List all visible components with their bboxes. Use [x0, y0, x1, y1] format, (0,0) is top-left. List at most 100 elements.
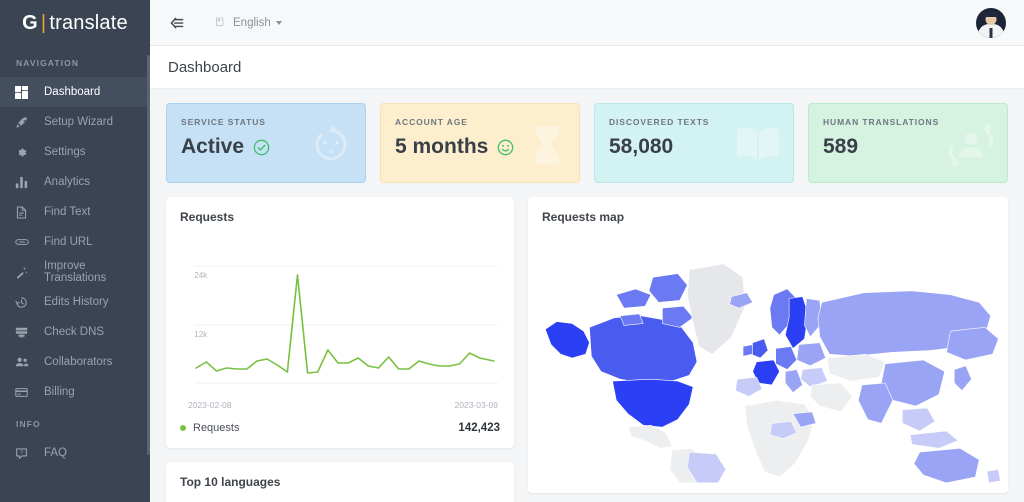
- top-languages-title: Top 10 languages: [180, 475, 281, 489]
- page-title: Dashboard: [168, 58, 242, 76]
- language-selector[interactable]: English: [215, 17, 282, 29]
- svg-text:?: ?: [20, 450, 23, 456]
- avatar-tie: [989, 27, 993, 38]
- sidebar-item-label: Find Text: [44, 206, 91, 218]
- hourglass-icon: [525, 121, 569, 174]
- sidebar-section-info: INFO: [16, 419, 41, 429]
- requests-map-title: Requests map: [542, 210, 625, 224]
- map-region-greenland: [687, 263, 746, 355]
- stat-cards: SERVICE STATUS Active ACCOUNT AGE 5 mont…: [166, 103, 1008, 183]
- sidebar-item-edits-history[interactable]: Edits History: [0, 287, 150, 317]
- map-region-japan: [953, 365, 972, 392]
- stat-card-account-age[interactable]: ACCOUNT AGE 5 months: [380, 103, 580, 183]
- map-region-middle-east: [809, 382, 853, 413]
- requests-panel: Requests 24k 12k 2023-02-08 2023-03-09 R…: [166, 197, 514, 448]
- sidebar-item-label: Collaborators: [44, 356, 113, 368]
- sidebar-item-collaborators[interactable]: Collaborators: [0, 347, 150, 377]
- world-choropleth-map[interactable]: [528, 230, 1008, 488]
- map-region-canada-arctic-2: [648, 273, 688, 303]
- stat-card-service-status[interactable]: SERVICE STATUS Active: [166, 103, 366, 183]
- sidebar-item-label: Billing: [44, 386, 75, 398]
- sidebar-section-navigation: NAVIGATION: [16, 58, 80, 68]
- magic-wand-icon: [15, 264, 34, 280]
- brand-g: G: [22, 11, 38, 34]
- requests-panel-title: Requests: [180, 210, 235, 224]
- requests-line: [195, 274, 495, 374]
- sidebar-item-label: Check DNS: [44, 326, 105, 338]
- brand-translate: translate: [49, 11, 128, 34]
- main-area: English Dashboard SERVICE STATUS Active: [150, 0, 1024, 502]
- stat-card-human-translations[interactable]: HUMAN TRANSLATIONS 589: [808, 103, 1008, 183]
- sidebar-item-label: Settings: [44, 146, 86, 158]
- content-area: SERVICE STATUS Active ACCOUNT AGE 5 mont…: [150, 89, 1024, 502]
- legend-total-value: 142,423: [458, 422, 500, 434]
- requests-map-panel: Requests map: [528, 197, 1008, 493]
- sidebar-item-label: Find URL: [44, 236, 93, 248]
- flag-icon: [215, 17, 226, 28]
- sidebar-item-faq[interactable]: ? FAQ: [0, 438, 150, 468]
- map-region-italy: [784, 369, 803, 394]
- requests-legend: Requests 142,423: [166, 410, 514, 448]
- map-region-ireland: [742, 344, 753, 357]
- map-region-russia-east: [946, 327, 999, 361]
- sidebar-item-label: Improve Translations: [44, 260, 107, 284]
- collapse-sidebar-icon[interactable]: [168, 16, 185, 30]
- sidebar-item-check-dns[interactable]: Check DNS: [0, 317, 150, 347]
- map-region-poland-east: [796, 342, 826, 367]
- sidebar-item-setup-wizard[interactable]: Setup Wizard: [0, 107, 150, 137]
- sidebar-item-settings[interactable]: Settings: [0, 137, 150, 167]
- requests-chart[interactable]: 24k 12k 2023-02-08 2023-03-09: [166, 230, 514, 410]
- stat-card-discovered-texts[interactable]: DISCOVERED TEXTS 58,080: [594, 103, 794, 183]
- grid-icon: [15, 84, 34, 100]
- page-header: Dashboard: [150, 46, 1024, 89]
- right-column: Requests map: [528, 197, 1008, 502]
- map-region-united-kingdom: [750, 338, 769, 359]
- sidebar-item-label: Setup Wizard: [44, 116, 114, 128]
- stat-card-value: 58,080: [609, 135, 674, 158]
- bar-chart-icon: [15, 174, 34, 190]
- map-region-central-asia: [827, 353, 886, 382]
- map-region-southeast-asia: [902, 407, 936, 432]
- map-region-united-states: [612, 378, 694, 428]
- user-avatar[interactable]: [976, 7, 1006, 38]
- open-book-icon: [733, 123, 783, 170]
- dashboard-panels: Requests 24k 12k 2023-02-08 2023-03-09 R…: [166, 197, 1008, 502]
- app-root: G | translate NAVIGATION Dashboard Setup…: [0, 0, 1024, 502]
- sidebar-item-find-url[interactable]: Find URL: [0, 227, 150, 257]
- sidebar-item-improve-translations[interactable]: Improve Translations: [0, 257, 150, 287]
- language-label: English: [233, 16, 271, 29]
- sidebar-item-label: Analytics: [44, 176, 91, 188]
- map-region-india: [857, 382, 894, 424]
- brand-logo[interactable]: G | translate: [0, 0, 150, 46]
- x-axis-end: 2023-03-09: [454, 400, 498, 410]
- stat-card-value: 5 months: [395, 135, 489, 158]
- top-languages-panel: Top 10 languages Language Requests: [166, 462, 514, 502]
- requests-chart-xaxis: 2023-02-08 2023-03-09: [178, 398, 502, 410]
- legend-dot-icon: [180, 425, 186, 431]
- check-circle-icon: [253, 139, 270, 156]
- sidebar: G | translate NAVIGATION Dashboard Setup…: [0, 0, 150, 502]
- map-region-australia: [913, 447, 980, 484]
- sidebar-item-dashboard[interactable]: Dashboard: [0, 77, 150, 107]
- rocket-icon: [15, 114, 34, 130]
- sidebar-item-billing[interactable]: Billing: [0, 377, 150, 407]
- ytick-24k: 24k: [194, 271, 208, 280]
- clock-history-icon: [15, 294, 34, 310]
- map-region-spain: [735, 376, 763, 397]
- sidebar-item-analytics[interactable]: Analytics: [0, 167, 150, 197]
- topbar: English: [150, 0, 1024, 46]
- map-region-canada-arctic-4: [619, 313, 644, 326]
- map-region-new-zealand: [986, 469, 1001, 484]
- avatar-hat: [984, 11, 998, 17]
- map-region-canada-arctic-1: [615, 288, 652, 309]
- smiley-icon: [497, 139, 514, 156]
- map-region-mexico: [627, 424, 673, 449]
- left-column: Requests 24k 12k 2023-02-08 2023-03-09 R…: [166, 197, 514, 502]
- stat-card-value: 589: [823, 135, 859, 158]
- map-region-indonesia: [909, 430, 959, 449]
- sidebar-item-find-text[interactable]: Find Text: [0, 197, 150, 227]
- map-region-africa: [744, 399, 815, 478]
- chevron-down-icon: [275, 20, 282, 25]
- sidebar-item-label: Edits History: [44, 296, 109, 308]
- brand-divider: |: [40, 11, 47, 34]
